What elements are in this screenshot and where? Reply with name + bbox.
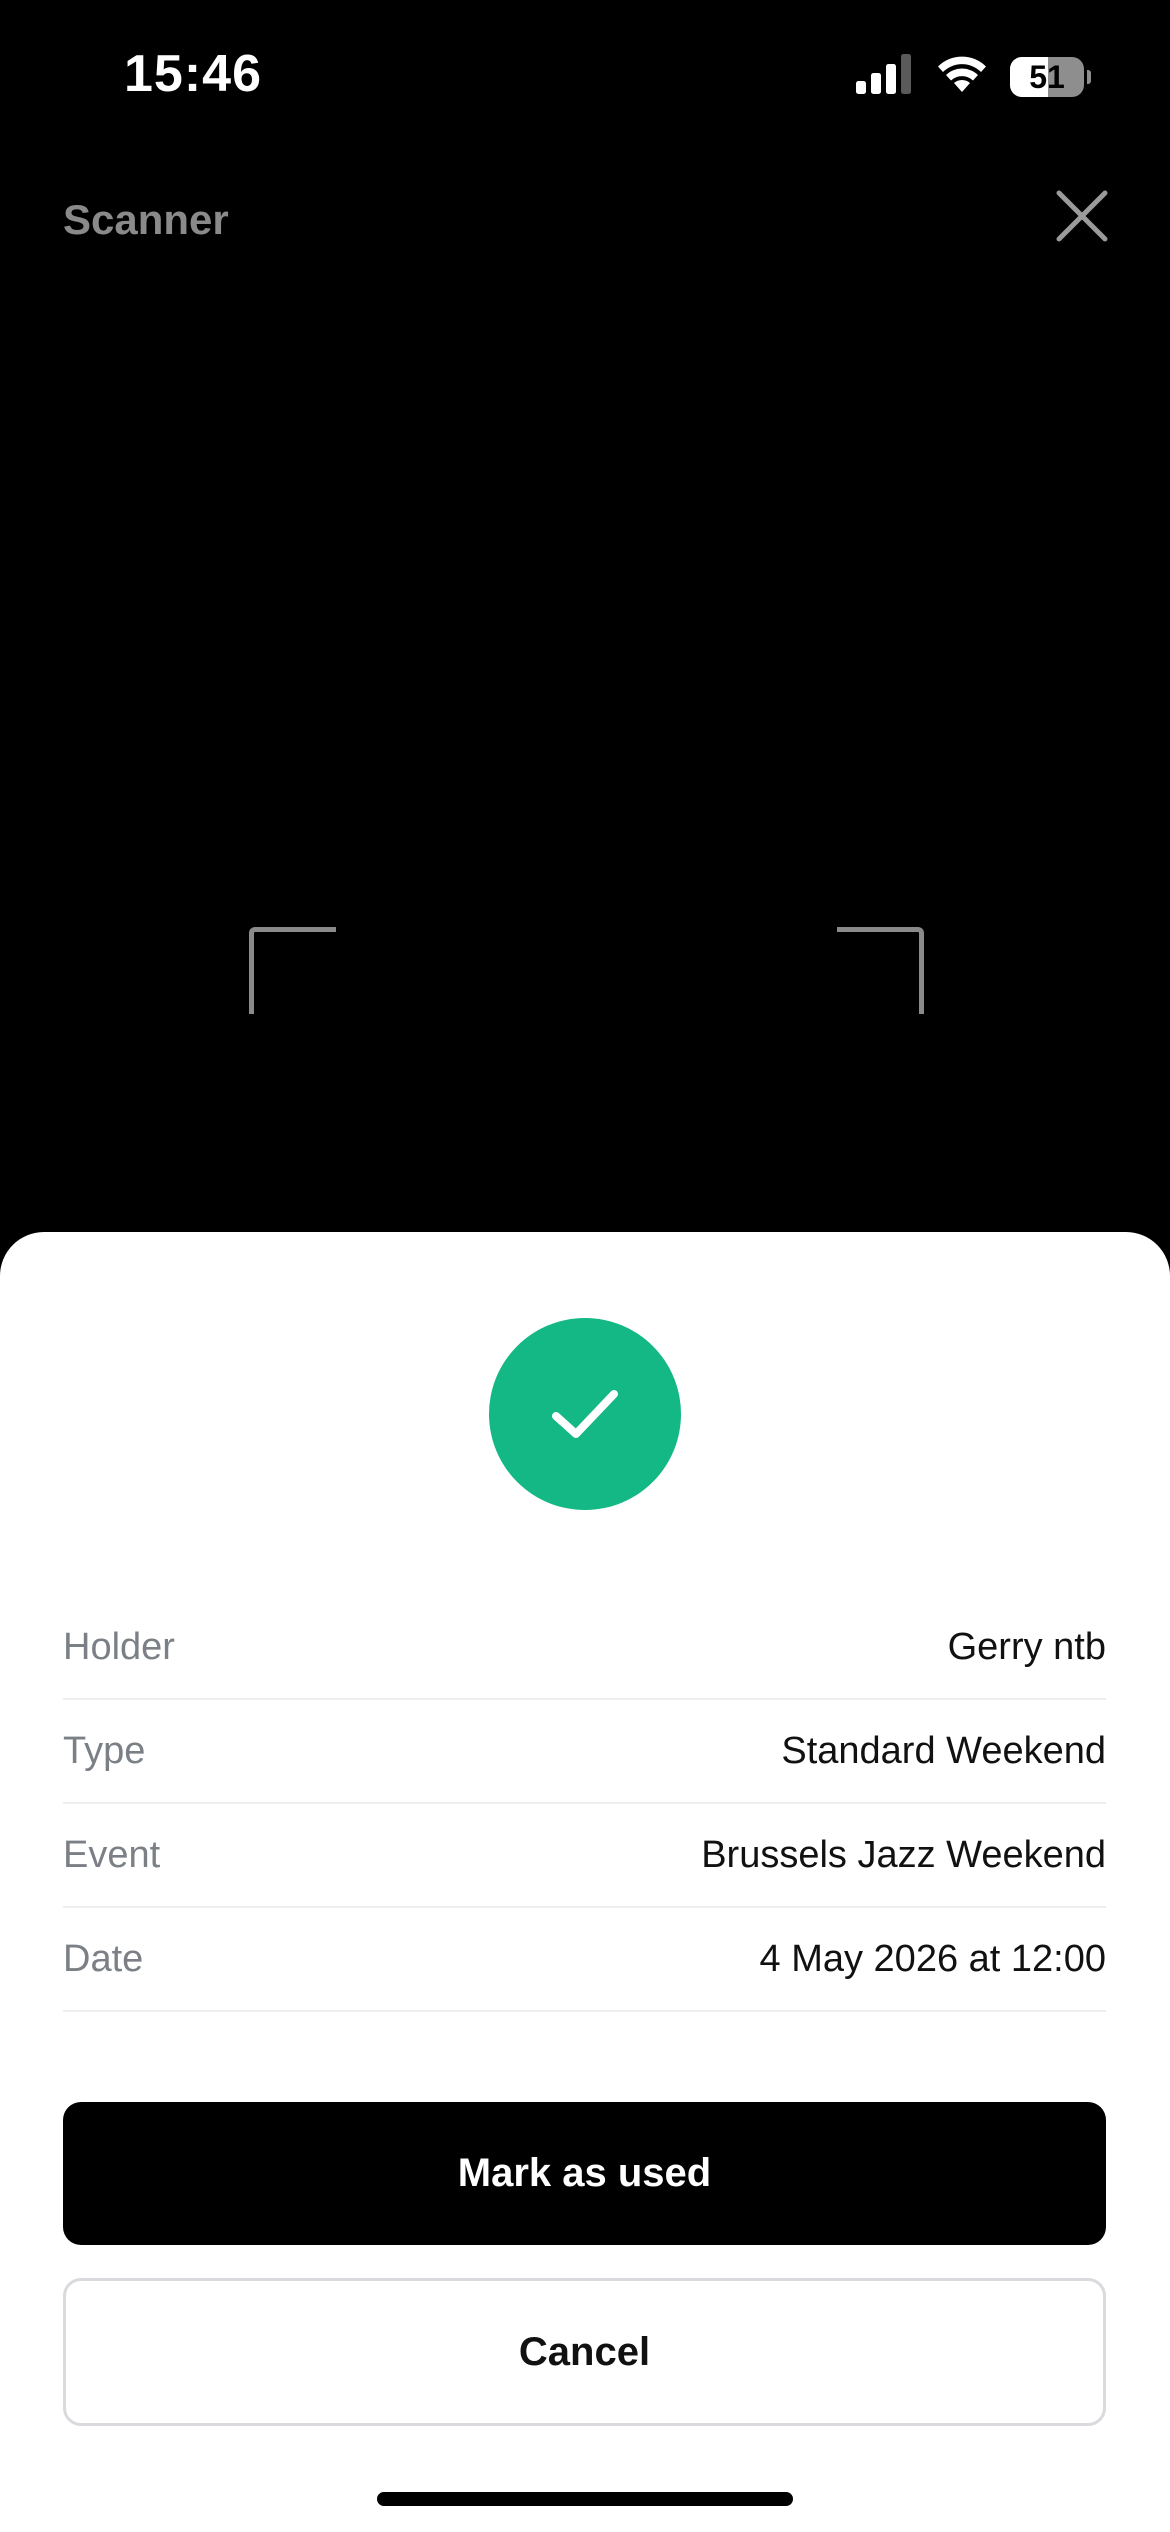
- detail-label: Type: [63, 1729, 146, 1772]
- detail-value: Brussels Jazz Weekend: [701, 1833, 1106, 1876]
- close-icon: [1056, 190, 1108, 242]
- mark-as-used-button[interactable]: Mark as used: [63, 2102, 1106, 2245]
- status-icons: 51: [856, 54, 1091, 99]
- viewfinder-corner-top-left: [249, 927, 336, 1014]
- page-title: Scanner: [63, 196, 229, 243]
- detail-value: Gerry ntb: [947, 1625, 1106, 1668]
- viewfinder-corner-top-right: [837, 927, 924, 1014]
- scanner-screen: 15:46 51 Scanner Holder Gerry ntb Type S…: [0, 0, 1170, 2532]
- cellular-signal-icon: [856, 54, 914, 99]
- battery-level: 51: [1029, 58, 1065, 95]
- detail-row-type: Type Standard Weekend: [63, 1700, 1106, 1804]
- ticket-details: Holder Gerry ntb Type Standard Weekend E…: [63, 1596, 1106, 2012]
- detail-row-date: Date 4 May 2026 at 12:00: [63, 1908, 1106, 2012]
- detail-label: Holder: [63, 1625, 175, 1668]
- detail-row-holder: Holder Gerry ntb: [63, 1596, 1106, 1700]
- detail-row-event: Event Brussels Jazz Weekend: [63, 1804, 1106, 1908]
- detail-label: Event: [63, 1833, 161, 1876]
- success-badge: [489, 1318, 681, 1510]
- status-time: 15:46: [124, 45, 262, 103]
- checkmark-icon: [552, 1390, 618, 1438]
- cancel-button[interactable]: Cancel: [63, 2278, 1106, 2426]
- detail-value: Standard Weekend: [781, 1729, 1106, 1772]
- close-button[interactable]: [1054, 188, 1110, 244]
- detail-value: 4 May 2026 at 12:00: [759, 1937, 1106, 1980]
- wifi-icon: [936, 54, 988, 99]
- battery-icon: 51: [1010, 56, 1091, 97]
- home-indicator: [377, 2492, 793, 2506]
- result-sheet: Holder Gerry ntb Type Standard Weekend E…: [0, 1232, 1170, 2532]
- detail-label: Date: [63, 1937, 144, 1980]
